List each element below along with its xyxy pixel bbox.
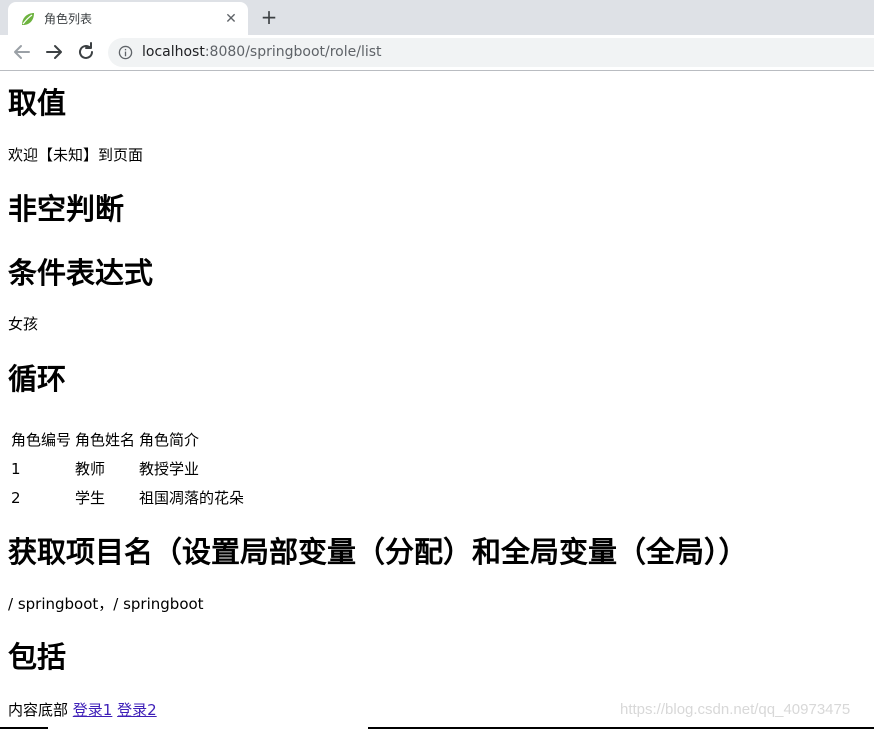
login2-link[interactable]: 登录2 — [117, 701, 157, 719]
login1-link[interactable]: 登录1 — [73, 701, 113, 719]
col-role-id: 角色编号 — [11, 431, 72, 449]
table-cell: 2 — [11, 488, 21, 507]
table-cell: 教授学业 — [139, 460, 200, 478]
welcome-text: 欢迎【未知】到页面 — [8, 146, 144, 164]
tab-title: 角色列表 — [44, 12, 93, 26]
loop-heading: 循环 — [8, 362, 67, 396]
url-host: localhost — [142, 44, 205, 60]
table-cell: 教师 — [75, 460, 106, 478]
address-bar[interactable]: localhost:8080/springboot/role/list — [108, 38, 874, 67]
table-cell: 祖国凋落的花朵 — [139, 489, 245, 507]
table-row: 1 教师 教授学业 — [10, 455, 245, 482]
footer-text: 内容底部 — [8, 701, 69, 719]
url-text[interactable]: localhost:8080/springboot/role/list — [142, 44, 382, 60]
tab-role-list[interactable]: 角色列表 ✕ — [8, 2, 248, 35]
table-row: 2 学生 祖国凋落的花朵 — [10, 484, 245, 511]
conditional-heading: 条件表达式 — [8, 256, 154, 290]
table-cell: 学生 — [75, 489, 106, 507]
col-role-name: 角色姓名 — [75, 431, 136, 449]
footer-line: 内容底部 登录1 登录2 — [8, 700, 157, 720]
roles-table: 角色编号 角色姓名 角色简介 1 教师 教授学业 2 学生 祖国凋落的花朵 — [8, 424, 247, 513]
nonempty-heading: 非空判断 — [8, 192, 125, 226]
table-header-row: 角色编号 角色姓名 角色简介 — [10, 426, 245, 453]
col-role-desc: 角色简介 — [139, 431, 200, 449]
project-path-text: / springboot，/ springboot — [8, 595, 204, 613]
info-icon[interactable] — [118, 45, 133, 60]
tab-strip: 角色列表 ✕ + — [0, 0, 874, 35]
value-heading: 取值 — [8, 86, 67, 120]
gender-text: 女孩 — [8, 315, 39, 333]
include-heading: 包括 — [8, 640, 67, 674]
close-icon[interactable]: ✕ — [222, 10, 240, 28]
project-name-heading: 获取项目名（设置局部变量（分配）和全局变量（全局）） — [8, 535, 748, 569]
reload-icon[interactable] — [74, 40, 98, 64]
url-path: :8080/springboot/role/list — [204, 44, 382, 60]
forward-arrow-icon[interactable] — [42, 40, 66, 64]
spring-leaf-icon — [22, 13, 34, 25]
back-arrow-icon[interactable] — [10, 40, 34, 64]
table-cell: 1 — [11, 459, 21, 478]
browser-toolbar: localhost:8080/springboot/role/list — [0, 35, 874, 71]
new-tab-icon[interactable]: + — [258, 6, 280, 28]
watermark-text: https://blog.csdn.net/qq_40973475 — [620, 701, 851, 718]
page-content: 取值 欢迎【未知】到页面 非空判断 条件表达式 女孩 循环 角色编号 角色姓名 … — [8, 71, 868, 729]
